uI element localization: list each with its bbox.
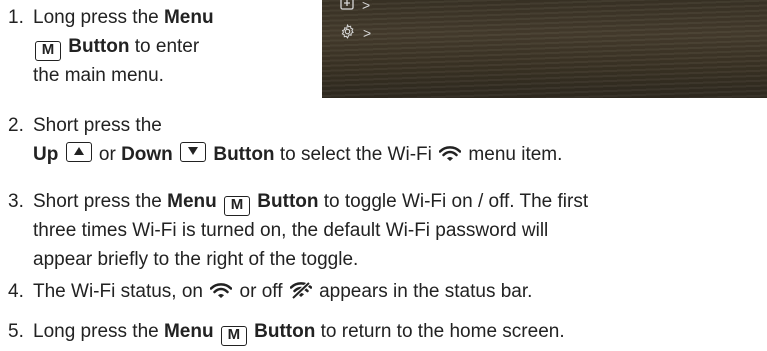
step-1-line-3: the main menu. — [33, 65, 164, 86]
step-3-line-3: appear briefly to the right of the toggl… — [33, 249, 359, 270]
step-number: 4. — [8, 281, 24, 302]
down-arrow-key-icon — [180, 142, 207, 162]
step-3-line-1: Short press the Menu M Button to toggle … — [33, 188, 588, 216]
menu-arrow: > — [362, 0, 371, 13]
menu-key-icon: M — [224, 196, 251, 216]
wifi-on-icon — [209, 280, 233, 308]
menu-key-icon: M — [35, 41, 61, 61]
add-box-icon — [340, 0, 354, 13]
gear-icon — [340, 23, 355, 42]
menu-row-settings: > — [340, 23, 372, 42]
up-arrow-key-icon — [65, 142, 92, 162]
step-2-line-2: Up or Down Button to select the Wi-Fi me… — [33, 141, 562, 171]
wifi-off-icon — [289, 280, 313, 308]
menu-arrow: > — [363, 25, 372, 41]
step-2-line-1: Short press the — [33, 115, 162, 136]
step-1-line-1: Long press the Menu — [33, 7, 214, 28]
step-number: 2. — [8, 115, 24, 136]
step-4-line-1: The Wi-Fi status, on or off appears in t… — [33, 278, 532, 308]
step-number: 3. — [8, 191, 24, 212]
menu-key-icon: M — [220, 326, 247, 346]
step-3-line-2: three times Wi-Fi is turned on, the defa… — [33, 220, 549, 241]
wifi-icon — [438, 143, 462, 171]
menu-row-add: > — [340, 0, 370, 13]
step-1-line-2: M Button to enter — [33, 33, 199, 61]
step-5-line-1: Long press the Menu M Button to return t… — [33, 318, 565, 346]
step-number: 5. — [8, 321, 24, 342]
camera-menu-screen-image: > > — [322, 0, 767, 98]
step-number: 1. — [8, 7, 24, 28]
